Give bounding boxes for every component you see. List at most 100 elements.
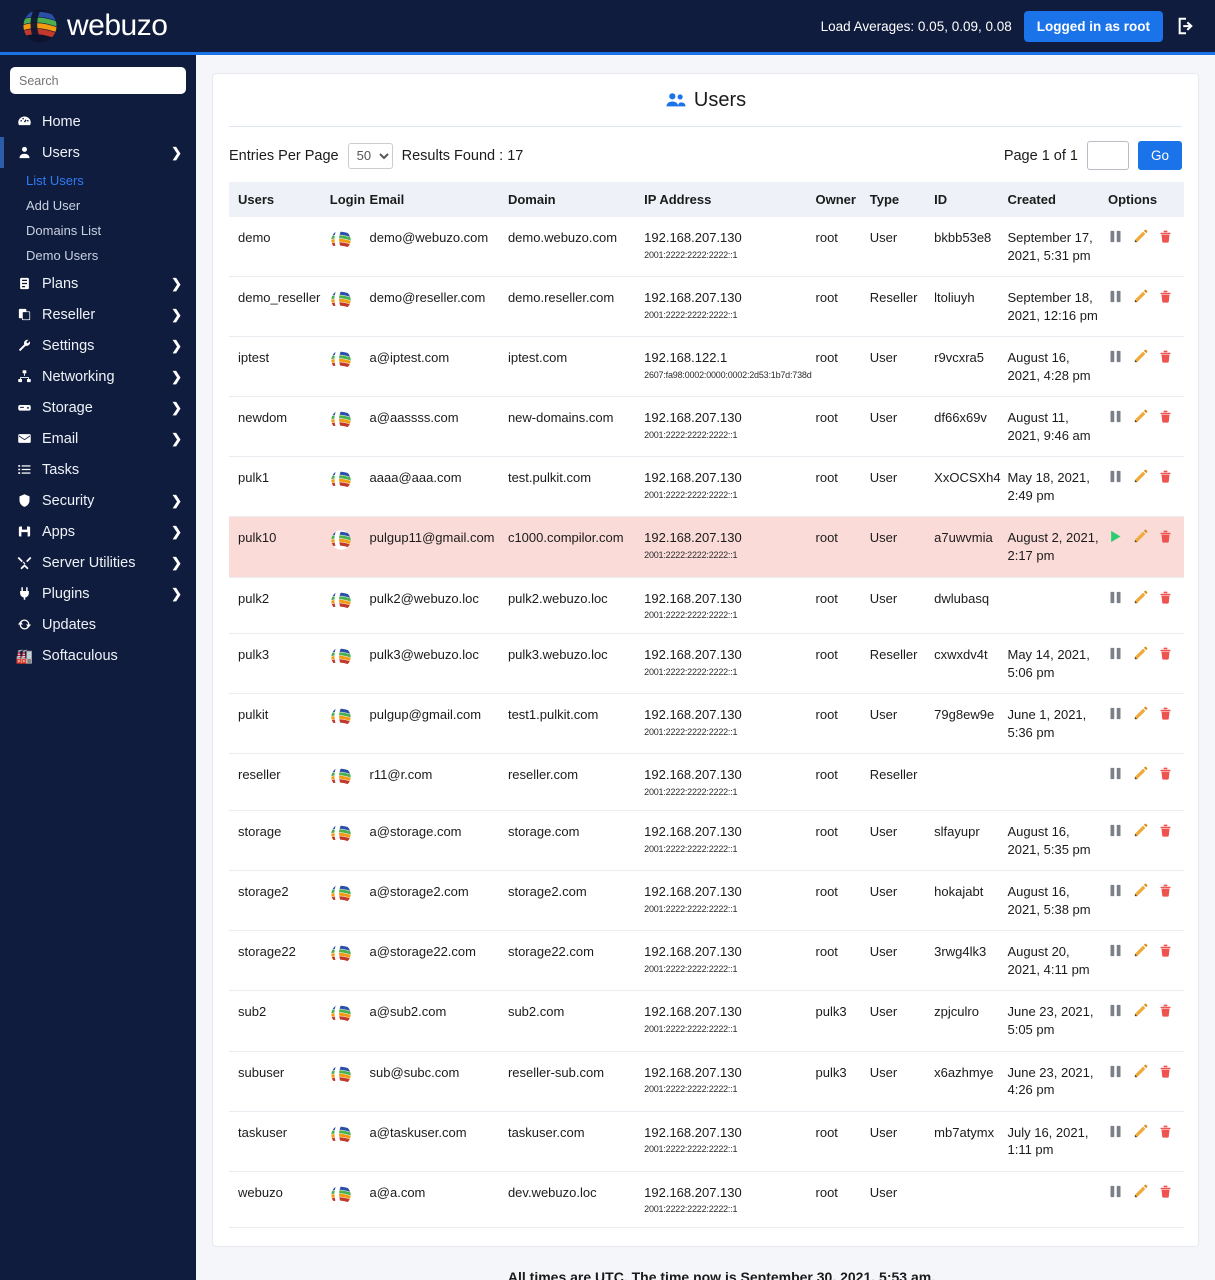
sidebar-item-plans[interactable]: Plans ❯: [0, 268, 196, 299]
edit-pencil-icon[interactable]: [1133, 1064, 1148, 1079]
edit-pencil-icon[interactable]: [1133, 1184, 1148, 1199]
delete-trash-icon[interactable]: [1158, 823, 1173, 838]
webuzo-login-icon[interactable]: [330, 590, 352, 612]
delete-trash-icon[interactable]: [1158, 409, 1173, 424]
webuzo-login-icon[interactable]: [330, 883, 352, 905]
play-icon[interactable]: [1108, 529, 1123, 544]
delete-trash-icon[interactable]: [1158, 883, 1173, 898]
webuzo-login-icon[interactable]: [330, 706, 352, 728]
sidebar-item-networking[interactable]: Networking ❯: [0, 361, 196, 392]
pause-icon[interactable]: [1108, 409, 1123, 424]
cell-login[interactable]: [329, 753, 370, 812]
delete-trash-icon[interactable]: [1158, 289, 1173, 304]
webuzo-login-icon[interactable]: [330, 943, 352, 965]
sidebar-item-security[interactable]: Security ❯: [0, 485, 196, 516]
delete-trash-icon[interactable]: [1158, 349, 1173, 364]
edit-pencil-icon[interactable]: [1133, 469, 1148, 484]
entries-per-page-select[interactable]: 50: [347, 142, 393, 169]
cell-login[interactable]: [329, 693, 370, 755]
cell-login[interactable]: [329, 633, 370, 695]
cell-login[interactable]: [329, 516, 370, 578]
pause-icon[interactable]: [1108, 883, 1123, 898]
pause-icon[interactable]: [1108, 1184, 1123, 1199]
pause-icon[interactable]: [1108, 590, 1123, 605]
delete-trash-icon[interactable]: [1158, 706, 1173, 721]
pause-icon[interactable]: [1108, 646, 1123, 661]
cell-login[interactable]: [329, 577, 370, 635]
cell-login[interactable]: [329, 396, 370, 458]
delete-trash-icon[interactable]: [1158, 943, 1173, 958]
edit-pencil-icon[interactable]: [1133, 766, 1148, 781]
cell-login[interactable]: [329, 1171, 370, 1229]
edit-pencil-icon[interactable]: [1133, 590, 1148, 605]
pause-icon[interactable]: [1108, 766, 1123, 781]
cell-login[interactable]: [329, 336, 370, 398]
webuzo-login-icon[interactable]: [330, 1124, 352, 1146]
sidebar-item-settings[interactable]: Settings ❯: [0, 330, 196, 361]
edit-pencil-icon[interactable]: [1133, 883, 1148, 898]
sidebar-subitem-demo-users[interactable]: Demo Users: [0, 243, 196, 268]
edit-pencil-icon[interactable]: [1133, 823, 1148, 838]
edit-pencil-icon[interactable]: [1133, 229, 1148, 244]
webuzo-login-icon[interactable]: [330, 289, 352, 311]
edit-pencil-icon[interactable]: [1133, 646, 1148, 661]
sidebar-item-tasks[interactable]: Tasks: [0, 454, 196, 485]
edit-pencil-icon[interactable]: [1133, 529, 1148, 544]
delete-trash-icon[interactable]: [1158, 1124, 1173, 1139]
delete-trash-icon[interactable]: [1158, 529, 1173, 544]
webuzo-login-icon[interactable]: [330, 1184, 352, 1206]
sidebar-item-softaculous[interactable]: 🏭 Softaculous: [0, 640, 196, 671]
webuzo-login-icon[interactable]: [330, 1003, 352, 1025]
sidebar-subitem-list-users[interactable]: List Users: [0, 168, 196, 193]
pause-icon[interactable]: [1108, 943, 1123, 958]
webuzo-login-icon[interactable]: [330, 1064, 352, 1086]
sidebar-subitem-domains-list[interactable]: Domains List: [0, 218, 196, 243]
delete-trash-icon[interactable]: [1158, 229, 1173, 244]
delete-trash-icon[interactable]: [1158, 1003, 1173, 1018]
sidebar-item-email[interactable]: Email ❯: [0, 423, 196, 454]
delete-trash-icon[interactable]: [1158, 1064, 1173, 1079]
cell-login[interactable]: [329, 930, 370, 992]
page-number-input[interactable]: [1086, 141, 1129, 170]
logged-in-as-button[interactable]: Logged in as root: [1023, 10, 1163, 42]
edit-pencil-icon[interactable]: [1133, 349, 1148, 364]
pause-icon[interactable]: [1108, 349, 1123, 364]
sidebar-item-plugins[interactable]: Plugins ❯: [0, 578, 196, 609]
webuzo-login-icon[interactable]: [330, 469, 352, 491]
edit-pencil-icon[interactable]: [1133, 409, 1148, 424]
cell-login[interactable]: [329, 1051, 370, 1112]
cell-login[interactable]: [329, 870, 370, 932]
cell-login[interactable]: [329, 217, 370, 278]
pause-icon[interactable]: [1108, 706, 1123, 721]
sidebar-item-storage[interactable]: Storage ❯: [0, 392, 196, 423]
pause-icon[interactable]: [1108, 823, 1123, 838]
pause-icon[interactable]: [1108, 469, 1123, 484]
cell-login[interactable]: [329, 276, 370, 338]
delete-trash-icon[interactable]: [1158, 469, 1173, 484]
sidebar-item-reseller[interactable]: Reseller ❯: [0, 299, 196, 330]
pause-icon[interactable]: [1108, 289, 1123, 304]
cell-login[interactable]: [329, 990, 370, 1052]
cell-login[interactable]: [329, 810, 370, 872]
cell-login[interactable]: [329, 1111, 370, 1172]
sidebar-item-home[interactable]: Home: [0, 106, 196, 137]
webuzo-login-icon[interactable]: [330, 229, 352, 251]
search-input[interactable]: [10, 67, 186, 94]
delete-trash-icon[interactable]: [1158, 766, 1173, 781]
pause-icon[interactable]: [1108, 1124, 1123, 1139]
edit-pencil-icon[interactable]: [1133, 1003, 1148, 1018]
delete-trash-icon[interactable]: [1158, 590, 1173, 605]
pause-icon[interactable]: [1108, 1003, 1123, 1018]
webuzo-login-icon[interactable]: [330, 766, 352, 788]
logout-icon[interactable]: [1175, 15, 1197, 37]
webuzo-login-icon[interactable]: [330, 823, 352, 845]
edit-pencil-icon[interactable]: [1133, 289, 1148, 304]
webuzo-login-icon[interactable]: [330, 409, 352, 431]
go-button[interactable]: Go: [1137, 141, 1182, 170]
sidebar-item-users[interactable]: Users ❯: [0, 137, 196, 168]
delete-trash-icon[interactable]: [1158, 646, 1173, 661]
edit-pencil-icon[interactable]: [1133, 706, 1148, 721]
webuzo-login-icon[interactable]: [330, 529, 352, 551]
sidebar-item-apps[interactable]: Apps ❯: [0, 516, 196, 547]
cell-login[interactable]: [329, 456, 370, 518]
